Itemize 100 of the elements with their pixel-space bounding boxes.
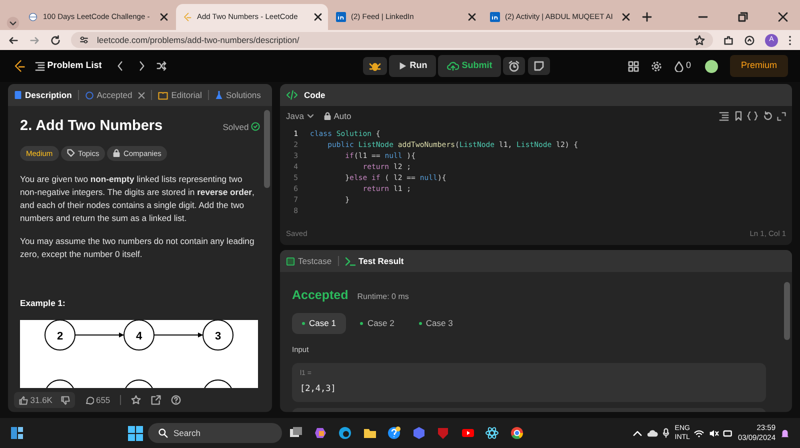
share-icon[interactable] xyxy=(151,395,162,405)
hexagon-app-icon[interactable] xyxy=(412,426,426,440)
code-logo-icon xyxy=(182,12,192,22)
book-icon xyxy=(158,90,168,100)
streak-count: 0 xyxy=(686,59,691,72)
site-settings-icon[interactable] xyxy=(79,35,89,45)
in-logo-icon xyxy=(336,12,346,22)
premium-button[interactable]: Premium xyxy=(730,55,788,77)
panel-tab[interactable]: Testcase xyxy=(286,254,332,268)
lock-icon xyxy=(113,149,120,158)
debug-button[interactable] xyxy=(363,57,388,75)
close-window-icon[interactable] xyxy=(778,12,788,22)
shuffle-icon[interactable] xyxy=(156,61,167,71)
format-icon[interactable] xyxy=(719,111,729,121)
tab-list-icon[interactable] xyxy=(6,16,20,30)
layout-grid-icon[interactable] xyxy=(628,60,639,72)
close-icon[interactable] xyxy=(622,13,630,21)
edge-browser-icon[interactable] xyxy=(338,426,352,440)
case-tab[interactable]: Case 3 xyxy=(408,312,463,334)
example-heading: Example 1: xyxy=(20,297,66,310)
back-icon[interactable] xyxy=(8,34,19,46)
bookmark-icon[interactable] xyxy=(734,111,742,121)
reload-icon[interactable] xyxy=(50,34,61,46)
checkbox-icon xyxy=(286,256,295,266)
mode-label[interactable]: Auto xyxy=(334,110,352,122)
list-icon xyxy=(35,61,45,71)
wifi-icon[interactable] xyxy=(694,428,704,438)
task-view-icon[interactable] xyxy=(289,426,303,440)
timer-button[interactable] xyxy=(503,57,526,75)
help-app-icon[interactable] xyxy=(387,426,401,440)
bug-icon xyxy=(369,60,382,72)
language-dropdown[interactable]: Java xyxy=(286,110,314,122)
panel-tab[interactable]: Accepted xyxy=(84,88,132,102)
more-menu-icon[interactable] xyxy=(788,34,792,46)
dot-icon xyxy=(418,322,422,325)
thumbs-up-icon xyxy=(19,396,28,404)
run-button[interactable]: Run xyxy=(389,55,436,77)
shield-icon[interactable] xyxy=(436,426,450,440)
copilot-icon[interactable] xyxy=(314,426,328,440)
chevron-up-icon[interactable] xyxy=(633,428,642,438)
start-icon[interactable] xyxy=(128,426,143,440)
new-tab-icon[interactable] xyxy=(642,12,652,22)
play-icon xyxy=(398,61,408,71)
in-logo-icon xyxy=(490,12,500,22)
comment-icon xyxy=(84,396,94,404)
code-icon xyxy=(286,90,298,100)
panel-title: Code xyxy=(304,88,326,102)
alarm-clock-icon xyxy=(508,60,520,72)
comments-button[interactable]: 655 xyxy=(84,394,110,406)
document-icon xyxy=(14,90,22,100)
widgets-icon[interactable] xyxy=(10,426,24,440)
cloud-upload-icon xyxy=(447,61,460,71)
verdict: Accepted xyxy=(292,287,348,304)
dot-icon xyxy=(360,322,364,325)
next-icon[interactable] xyxy=(138,61,146,71)
flask-icon xyxy=(214,90,223,100)
problem-list-button[interactable]: Problem List xyxy=(35,59,102,73)
lock-icon xyxy=(324,112,332,120)
close-icon[interactable] xyxy=(468,13,476,21)
case-tab[interactable]: Case 1 xyxy=(292,312,346,334)
check-circle-icon xyxy=(251,122,260,132)
help-icon[interactable] xyxy=(171,395,182,405)
tag-icon xyxy=(66,149,75,158)
cloud-icon[interactable] xyxy=(646,428,658,438)
expand-icon[interactable] xyxy=(777,112,786,120)
speaker-muted-icon[interactable] xyxy=(708,428,719,438)
reset-icon[interactable] xyxy=(762,111,772,121)
panel-tab[interactable]: Description xyxy=(14,88,72,102)
close-icon[interactable] xyxy=(314,13,322,21)
panel-tab[interactable]: Editorial xyxy=(158,88,202,102)
like-button[interactable]: 31.6K xyxy=(14,392,75,408)
folder-icon[interactable] xyxy=(362,426,376,440)
thumbs-down-icon[interactable] xyxy=(60,396,70,404)
star-icon[interactable] xyxy=(131,395,142,405)
notes-button[interactable] xyxy=(528,57,550,75)
user-avatar[interactable] xyxy=(704,60,718,72)
note-icon xyxy=(532,60,545,72)
linked-list-diagram: 2 4 3 xyxy=(20,320,258,388)
restore-icon[interactable] xyxy=(738,12,748,22)
address-bar[interactable]: leetcode.com/problems/add-two-numbers/description/ xyxy=(71,32,713,48)
bell-icon[interactable] xyxy=(780,428,790,438)
solved-status: Solved xyxy=(222,120,249,134)
taskbar-search[interactable]: Search xyxy=(148,423,282,443)
prev-icon[interactable] xyxy=(116,61,124,71)
settings-icon[interactable] xyxy=(650,60,662,72)
chrome-browser-icon[interactable] xyxy=(510,426,524,440)
braces-icon[interactable] xyxy=(747,111,758,121)
terminal-icon xyxy=(344,256,356,266)
atom-icon[interactable] xyxy=(485,426,499,440)
case-tab[interactable]: Case 2 xyxy=(350,312,404,334)
panel-tab[interactable]: Test Result xyxy=(344,254,404,268)
microphone-icon[interactable] xyxy=(662,428,670,438)
video-play-icon[interactable] xyxy=(460,426,474,440)
panel-tab[interactable]: Solutions xyxy=(214,88,261,102)
battery-icon[interactable] xyxy=(723,428,734,438)
extensions-icon[interactable] xyxy=(723,34,734,46)
leetcode-logo-icon[interactable] xyxy=(12,59,26,73)
bookmark-star-icon[interactable] xyxy=(694,34,705,46)
close-icon[interactable] xyxy=(160,13,168,21)
submit-button[interactable]: Submit xyxy=(438,55,502,77)
